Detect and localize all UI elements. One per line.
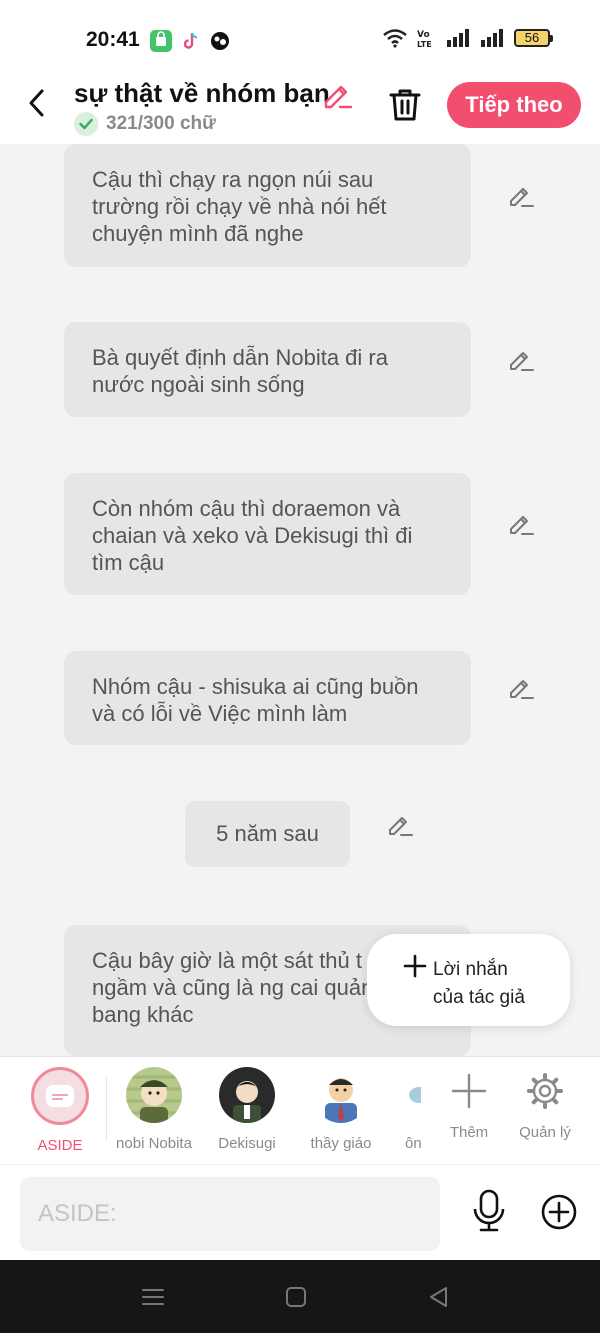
pencil-icon <box>389 817 413 836</box>
back-nav-button[interactable] <box>426 1284 452 1310</box>
character-name: ASIDE <box>37 1137 83 1154</box>
shop-icon <box>150 30 172 52</box>
author-note-line2: của tác giả <box>433 987 525 1008</box>
volte-icon: VoLTE <box>417 30 432 48</box>
story-header: sự thật về nhóm bạn 321/300 chữ Tiếp the… <box>0 70 600 144</box>
message-bubble[interactable]: Cậu thì chạy ra ngọn núi sau trường rồi … <box>64 144 471 267</box>
message-list[interactable]: Cậu thì chạy ra ngọn núi sau trường rồi … <box>0 144 600 1056</box>
signal-icon <box>481 29 503 47</box>
system-nav-bar <box>0 1260 600 1333</box>
edit-message-button[interactable] <box>507 674 535 702</box>
avatar <box>126 1067 182 1123</box>
message-bubble[interactable]: Bà quyết định dẫn Nobita đi ra nước ngoà… <box>64 322 471 417</box>
edit-message-button[interactable] <box>507 346 535 374</box>
author-note-label: Lời nhắn của tác giả <box>433 956 525 1012</box>
trash-icon <box>389 89 421 121</box>
avatar <box>393 1067 421 1123</box>
character-name: thầy giáo <box>310 1135 372 1152</box>
tiktok-icon <box>180 30 202 52</box>
menu-icon <box>142 1289 164 1305</box>
check-icon <box>74 112 98 136</box>
message-bubble[interactable]: Nhóm cậu - shisuka ai cũng buồn và có lỗ… <box>64 651 471 745</box>
divider <box>106 1077 107 1141</box>
signal-icon <box>447 29 469 47</box>
delete-button[interactable] <box>386 86 424 124</box>
input-bar <box>0 1164 600 1260</box>
avatar <box>313 1067 369 1123</box>
home-square-icon <box>286 1287 306 1307</box>
add-character-button[interactable]: Thêm <box>444 1071 494 1141</box>
avatar <box>219 1067 275 1123</box>
pencil-icon <box>510 188 534 207</box>
chevron-left-icon <box>29 89 44 117</box>
manage-characters-button[interactable]: Quản lý <box>514 1071 576 1141</box>
aside-input[interactable] <box>20 1177 440 1251</box>
vpn-icon <box>209 30 231 52</box>
character-bar: ASIDE nobi Nobita Dekisugi thầy giáo ôn … <box>0 1056 600 1164</box>
status-icons: Vo LTE 56 <box>382 28 553 48</box>
aside-icon <box>31 1067 89 1125</box>
plus-icon <box>403 954 427 981</box>
author-note-button[interactable]: Lời nhắn của tác giả <box>367 934 570 1026</box>
add-content-button[interactable] <box>540 1193 578 1231</box>
story-title[interactable]: sự thật về nhóm bạn <box>74 78 330 109</box>
edit-title-button[interactable] <box>322 80 354 110</box>
character-aside[interactable]: ASIDE <box>30 1067 90 1154</box>
character-name: ôn <box>405 1135 421 1152</box>
wifi-icon <box>383 29 407 48</box>
edit-message-button[interactable] <box>507 182 535 210</box>
narration-bubble[interactable]: 5 năm sau <box>185 801 350 867</box>
home-nav-button[interactable] <box>283 1284 309 1310</box>
word-count: 321/300 chữ <box>74 112 216 136</box>
character-dekisugi[interactable]: Dekisugi <box>205 1067 289 1152</box>
manage-characters-label: Quản lý <box>519 1124 571 1141</box>
author-note-line1: Lời nhắn <box>433 959 508 980</box>
character-nobita[interactable]: nobi Nobita <box>112 1067 196 1152</box>
add-character-label: Thêm <box>449 1124 489 1141</box>
plus-circle-icon <box>541 1194 577 1230</box>
pencil-icon <box>510 352 534 371</box>
next-button[interactable]: Tiếp theo <box>447 82 581 128</box>
character-teacher[interactable]: thầy giáo <box>298 1067 384 1152</box>
message-bubble[interactable]: Còn nhóm cậu thì doraemon và chaian và x… <box>64 473 471 595</box>
pencil-icon <box>510 680 534 699</box>
edit-message-button[interactable] <box>507 510 535 538</box>
svg-text:Vo: Vo <box>417 30 430 40</box>
status-bar: 20:41 Vo LTE 56 <box>0 0 600 78</box>
voice-input-button[interactable] <box>470 1189 508 1233</box>
plus-icon <box>451 1073 487 1109</box>
word-count-text: 321/300 chữ <box>106 113 216 134</box>
character-name: nobi Nobita <box>116 1135 192 1152</box>
pencil-icon <box>510 516 534 535</box>
edit-message-button[interactable] <box>386 811 414 839</box>
gear-icon <box>527 1073 563 1109</box>
character-partial[interactable]: ôn <box>393 1067 421 1152</box>
status-time: 20:41 <box>86 28 140 51</box>
character-name: Dekisugi <box>218 1135 276 1152</box>
svg-text:LTE: LTE <box>417 40 432 48</box>
battery-icon: 56 <box>514 29 553 47</box>
menu-nav-button[interactable] <box>140 1284 166 1310</box>
pencil-icon <box>324 85 353 109</box>
microphone-icon <box>473 1189 505 1232</box>
triangle-back-icon <box>430 1287 447 1307</box>
back-button[interactable] <box>22 88 52 118</box>
